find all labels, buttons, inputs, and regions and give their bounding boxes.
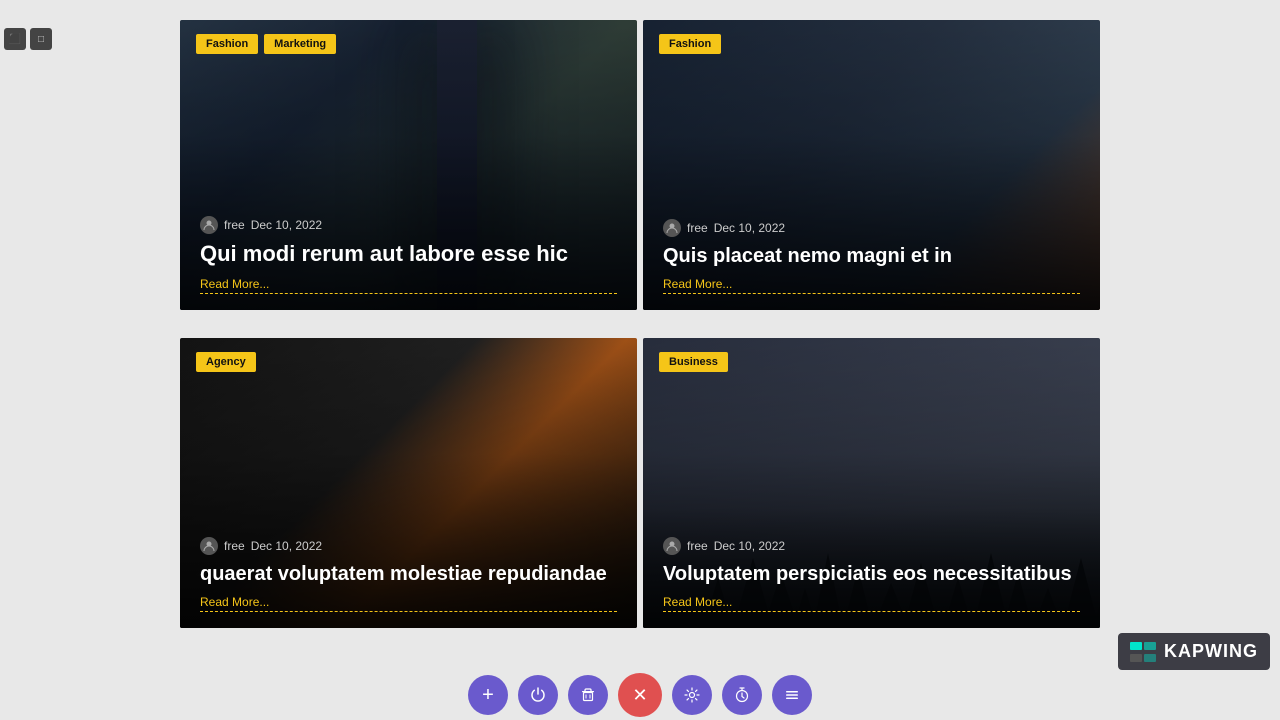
card-3[interactable]: Agency free Dec 10, 2022 quaerat volupta… bbox=[180, 338, 637, 628]
card-1-tags: Fashion Marketing bbox=[196, 34, 336, 54]
kapwing-logo-icon bbox=[1130, 642, 1156, 662]
avatar-icon-3 bbox=[200, 537, 218, 555]
card-3-tags: Agency bbox=[196, 352, 256, 372]
card-1-read-more[interactable]: Read More... bbox=[200, 277, 617, 294]
add-button[interactable]: + bbox=[468, 675, 508, 715]
card-3-read-more[interactable]: Read More... bbox=[200, 595, 617, 612]
card-2-read-more[interactable]: Read More... bbox=[663, 277, 1080, 294]
card-2-title: Quis placeat nemo magni et in bbox=[663, 243, 1080, 269]
menu-button[interactable] bbox=[772, 675, 812, 715]
timer-button[interactable] bbox=[722, 675, 762, 715]
toolbar: + ✕ bbox=[0, 670, 1280, 720]
tag-fashion[interactable]: Fashion bbox=[196, 34, 258, 54]
avatar-icon-4 bbox=[663, 537, 681, 555]
card-4-overlay: free Dec 10, 2022 Voluptatem perspiciati… bbox=[643, 338, 1100, 628]
card-4-free: free bbox=[687, 539, 708, 553]
card-2-date: Dec 10, 2022 bbox=[714, 221, 785, 235]
power-button[interactable] bbox=[518, 675, 558, 715]
kapwing-text-label: KAPWING bbox=[1164, 641, 1258, 662]
card-3-free: free bbox=[224, 539, 245, 553]
card-4-tags: Business bbox=[659, 352, 728, 372]
delete-button[interactable] bbox=[568, 675, 608, 715]
tag-agency[interactable]: Agency bbox=[196, 352, 256, 372]
card-2[interactable]: Fashion free Dec 10, 2022 Quis placeat n… bbox=[643, 20, 1100, 310]
card-2-free: free bbox=[687, 221, 708, 235]
tag-marketing[interactable]: Marketing bbox=[264, 34, 336, 54]
card-1-free: free bbox=[224, 218, 245, 232]
card-3-date: Dec 10, 2022 bbox=[251, 539, 322, 553]
card-3-meta: free Dec 10, 2022 bbox=[200, 537, 617, 555]
tag-business[interactable]: Business bbox=[659, 352, 728, 372]
card-3-title: quaerat voluptatem molestiae repudiandae bbox=[200, 561, 617, 587]
card-3-overlay: free Dec 10, 2022 quaerat voluptatem mol… bbox=[180, 338, 637, 628]
settings-button[interactable] bbox=[672, 675, 712, 715]
card-1-date: Dec 10, 2022 bbox=[251, 218, 322, 232]
card-4-date: Dec 10, 2022 bbox=[714, 539, 785, 553]
left-panel-btn-2[interactable]: □ bbox=[30, 28, 52, 50]
avatar-icon bbox=[200, 216, 218, 234]
kapwing-watermark: KAPWING bbox=[1118, 633, 1270, 670]
card-1-overlay: free Dec 10, 2022 Qui modi rerum aut lab… bbox=[180, 20, 637, 310]
card-4-title: Voluptatem perspiciatis eos necessitatib… bbox=[663, 561, 1080, 587]
card-1-title: Qui modi rerum aut labore esse hic bbox=[200, 240, 617, 269]
card-2-overlay: free Dec 10, 2022 Quis placeat nemo magn… bbox=[643, 20, 1100, 310]
avatar-icon-2 bbox=[663, 219, 681, 237]
tag-fashion-2[interactable]: Fashion bbox=[659, 34, 721, 54]
card-1[interactable]: Fashion Marketing free Dec 10, 2022 Qui … bbox=[180, 20, 637, 310]
card-4-meta: free Dec 10, 2022 bbox=[663, 537, 1080, 555]
card-4-read-more[interactable]: Read More... bbox=[663, 595, 1080, 612]
card-2-meta: free Dec 10, 2022 bbox=[663, 219, 1080, 237]
card-4[interactable]: Business free Dec 10, 2022 Voluptatem pe… bbox=[643, 338, 1100, 628]
main-grid: Fashion Marketing free Dec 10, 2022 Qui … bbox=[0, 0, 1280, 670]
left-panel-btn-1[interactable]: ⬛ bbox=[4, 28, 26, 50]
card-1-meta: free Dec 10, 2022 bbox=[200, 216, 617, 234]
card-2-tags: Fashion bbox=[659, 34, 721, 54]
close-button[interactable]: ✕ bbox=[618, 673, 662, 717]
